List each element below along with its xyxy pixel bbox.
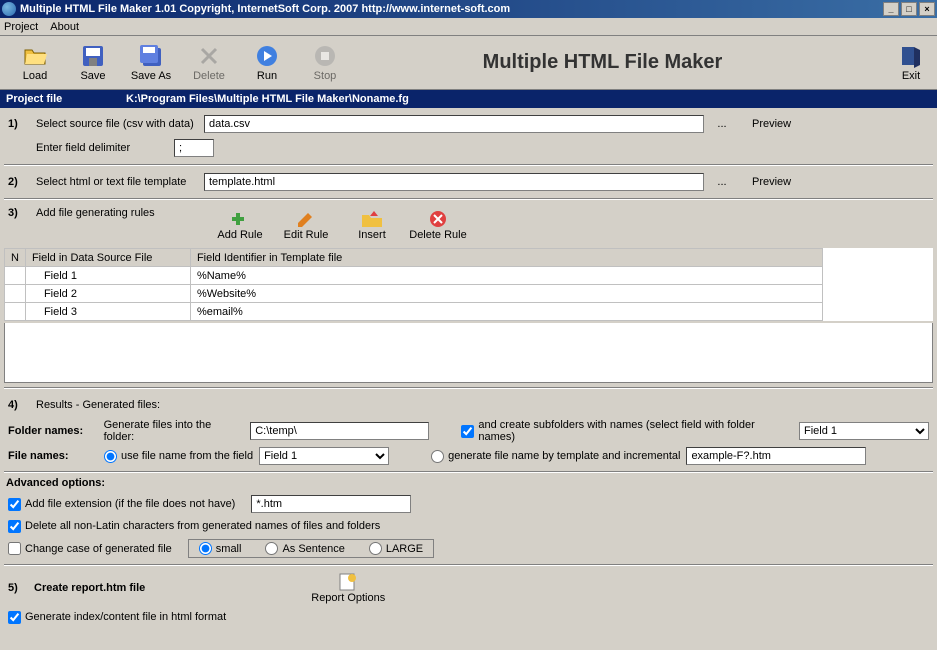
step5-num: 5) — [8, 582, 28, 594]
run-button[interactable]: Run — [238, 39, 296, 87]
add-rule-button[interactable]: Add Rule — [210, 209, 270, 241]
step4-label: Results - Generated files: — [36, 399, 160, 411]
col-ident: Field Identifier in Template file — [190, 249, 822, 267]
run-icon — [255, 44, 279, 68]
menu-project[interactable]: Project — [4, 21, 38, 33]
table-row[interactable]: Field 1%Name% — [5, 267, 933, 285]
delete-button[interactable]: Delete — [180, 39, 238, 87]
app-title: Multiple HTML File Maker — [354, 51, 891, 74]
step3-label: Add file generating rules — [36, 207, 196, 219]
col-n: N — [5, 249, 26, 267]
delete-rule-button[interactable]: Delete Rule — [408, 209, 468, 241]
pencil-icon — [294, 209, 318, 229]
step5-label: Create report.htm file — [34, 582, 145, 594]
insert-rule-button[interactable]: Insert — [342, 209, 402, 241]
app-icon — [2, 2, 16, 16]
source-preview-button[interactable]: Preview — [752, 118, 791, 130]
gen-into-label: Generate files into the folder: — [104, 419, 245, 443]
project-file-path: K:\Program Files\Multiple HTML File Make… — [126, 93, 409, 105]
table-row[interactable]: Field 2%Website% — [5, 285, 933, 303]
use-field-radio[interactable]: use file name from the field — [104, 450, 253, 463]
subfolder-field-combo[interactable]: Field 1 — [799, 422, 929, 440]
table-row[interactable]: Field 3%email% — [5, 303, 933, 321]
exit-icon — [899, 44, 923, 68]
save-button[interactable]: Save — [64, 39, 122, 87]
edit-rule-button[interactable]: Edit Rule — [276, 209, 336, 241]
source-file-input[interactable] — [204, 115, 704, 133]
window-title: Multiple HTML File Maker 1.01 Copyright,… — [20, 3, 883, 15]
template-name-input[interactable] — [686, 447, 866, 465]
insert-icon — [360, 209, 384, 229]
step4-num: 4) — [8, 399, 28, 411]
project-file-label: Project file — [6, 93, 126, 105]
delimiter-input[interactable] — [174, 139, 214, 157]
folder-input[interactable] — [250, 422, 429, 440]
change-case-checkbox[interactable]: Change case of generated file — [8, 542, 172, 555]
case-small-radio[interactable]: small — [199, 542, 242, 555]
step1-num: 1) — [8, 118, 28, 130]
template-browse-button[interactable]: ... — [712, 176, 732, 188]
close-button[interactable]: × — [919, 2, 935, 16]
folder-open-icon — [23, 44, 47, 68]
gen-template-radio[interactable]: generate file name by template and incre… — [431, 450, 680, 463]
template-file-input[interactable] — [204, 173, 704, 191]
case-sentence-radio[interactable]: As Sentence — [265, 542, 344, 555]
step2-num: 2) — [8, 176, 28, 188]
floppy-multi-icon — [139, 44, 163, 68]
template-preview-button[interactable]: Preview — [752, 176, 791, 188]
rules-table[interactable]: N Field in Data Source File Field Identi… — [4, 248, 933, 321]
report-icon — [336, 572, 360, 592]
delete-rule-icon — [426, 209, 450, 229]
advanced-title: Advanced options: — [6, 477, 931, 489]
add-icon — [228, 209, 252, 229]
case-large-radio[interactable]: LARGE — [369, 542, 423, 555]
maximize-button[interactable]: □ — [901, 2, 917, 16]
del-nonlatin-checkbox[interactable]: Delete all non-Latin characters from gen… — [8, 520, 380, 533]
ext-input[interactable] — [251, 495, 411, 513]
add-ext-checkbox[interactable]: Add file extension (if the file does not… — [8, 498, 235, 511]
report-options-button[interactable]: Report Options — [311, 572, 385, 604]
load-button[interactable]: Load — [6, 39, 64, 87]
floppy-icon — [81, 44, 105, 68]
table-empty-area — [4, 323, 933, 383]
source-browse-button[interactable]: ... — [712, 118, 732, 130]
folder-names-label: Folder names: — [8, 425, 98, 437]
step2-label: Select html or text file template — [36, 176, 196, 188]
col-field: Field in Data Source File — [25, 249, 190, 267]
menu-about[interactable]: About — [50, 21, 79, 33]
file-names-label: File names: — [8, 450, 98, 462]
stop-button[interactable]: Stop — [296, 39, 354, 87]
subfolder-checkbox[interactable]: and create subfolders with names (select… — [461, 419, 793, 443]
minimize-button[interactable]: _ — [883, 2, 899, 16]
exit-button[interactable]: Exit — [891, 44, 931, 82]
step3-num: 3) — [8, 207, 28, 219]
file-field-combo[interactable]: Field 1 — [259, 447, 389, 465]
gen-index-checkbox[interactable]: Generate index/content file in html form… — [8, 611, 226, 624]
delete-icon — [197, 44, 221, 68]
save-as-button[interactable]: Save As — [122, 39, 180, 87]
delimiter-label: Enter field delimiter — [36, 142, 166, 154]
stop-icon — [313, 44, 337, 68]
step1-label: Select source file (csv with data) — [36, 118, 196, 130]
